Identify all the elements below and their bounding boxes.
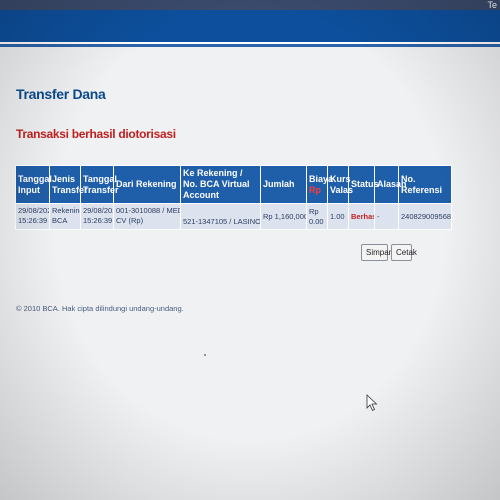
cell-no-referensi: 24082900956848 <box>398 203 452 230</box>
cell-status: Berhasil <box>348 203 375 230</box>
cell-tanggal-transfer-date: 29/08/2024 <box>83 206 113 215</box>
cell-jenis-transfer-line2: BCA <box>52 216 68 225</box>
cell-dari-rekening-line1: 001-3010088 / MEDICA <box>116 206 180 215</box>
col-header-jumlah: Jumlah <box>260 165 307 204</box>
cell-kurs-valas: 1.00 <box>327 203 349 230</box>
cell-tanggal-input: 29/08/202415:26:39 <box>15 203 50 230</box>
cell-jenis-transfer: RekeningBCA <box>49 203 81 230</box>
col-header-dari-rekening: Dari Rekening <box>113 165 181 204</box>
cell-ke-rekening: 521-1347105 / LASINO (Rp) <box>180 203 261 230</box>
col-header-alasan: Alasan <box>374 165 407 204</box>
cell-dari-rekening-line2: CV (Rp) <box>116 216 144 225</box>
cell-jenis-transfer-line1: Rekening <box>52 206 80 215</box>
cell-alasan: - <box>374 203 399 230</box>
print-button[interactable]: Cetak <box>391 244 417 261</box>
cell-jumlah: Rp 1,160,000.00 <box>260 203 307 230</box>
cell-biaya-line1: Rp <box>309 206 319 216</box>
status-message: Transaksi berhasil diotorisasi <box>16 127 176 141</box>
col-header-no-referensi: No. Referensi <box>398 165 452 204</box>
save-button[interactable]: Simpan <box>361 244 393 261</box>
screen-speck <box>204 354 206 356</box>
cell-tanggal-input-time: 15:26:39 <box>18 216 48 225</box>
col-header-jenis-transfer: Jenis Transfer <box>49 165 88 204</box>
col-header-biaya-unit: Rp <box>309 184 321 195</box>
cell-tanggal-transfer-time: 15:26:39 <box>83 216 113 225</box>
cell-dari-rekening: 001-3010088 / MEDICACV (Rp) <box>113 203 181 230</box>
status-badge: Berhasil <box>351 211 374 221</box>
cell-biaya: Rp 0.00 <box>306 203 328 230</box>
transfer-table: Tanggal Input Jenis Transfer Tanggal Tra… <box>15 165 452 230</box>
col-header-ke-rekening: Ke Rekening / No. BCA Virtual Account <box>180 165 261 204</box>
col-header-tanggal-input: Tanggal Input <box>15 165 52 204</box>
footer-copyright: © 2010 BCA. Hak cipta dilindungi undang-… <box>16 304 184 313</box>
window-top-strip: Te <box>0 0 500 10</box>
site-header-band <box>0 10 500 42</box>
col-header-status: Status <box>348 165 379 204</box>
cell-biaya-line2: 0.00 <box>309 216 324 226</box>
window-corner-text: Te <box>487 0 497 10</box>
cell-tanggal-transfer: 29/08/202415:26:39 <box>80 203 114 230</box>
page-title: Transfer Dana <box>16 86 106 102</box>
mouse-pointer-icon <box>366 394 378 412</box>
cell-tanggal-input-date: 29/08/2024 <box>18 206 49 215</box>
col-header-kurs-valas: Kurs Valas <box>327 165 353 204</box>
col-header-biaya: Biaya Rp <box>306 165 333 204</box>
content-area <box>0 47 500 500</box>
table-header-row: Tanggal Input Jenis Transfer Tanggal Tra… <box>15 165 452 204</box>
col-header-tanggal-transfer: Tanggal Transfer <box>80 165 119 204</box>
table-row: 29/08/202415:26:39 RekeningBCA 29/08/202… <box>15 203 452 230</box>
